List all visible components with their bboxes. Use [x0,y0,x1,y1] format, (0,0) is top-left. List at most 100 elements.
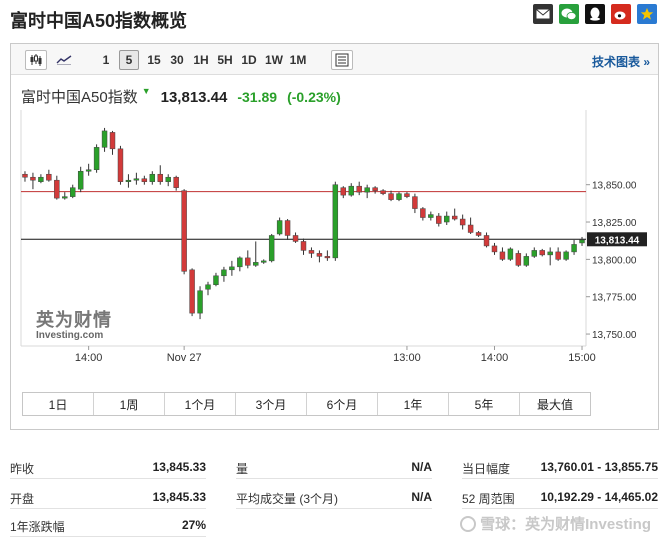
candle-body [539,250,545,256]
candle-body [205,284,211,290]
xueqiu-watermark: 雪球：英为财情Investing [460,513,651,534]
range-1d[interactable]: 1日 [23,393,94,415]
range-5y[interactable]: 5年 [449,393,520,415]
candle-body [380,190,386,194]
stat-value: 13,760.01 - 13,855.75 [540,460,658,474]
wechat-icon[interactable] [559,4,579,24]
candle-body [292,235,299,242]
candle-body [467,224,474,233]
candle-body [93,147,100,170]
candle-body [571,244,577,253]
candle-body [70,187,76,197]
candle-body [364,187,370,193]
candle-body [348,185,354,196]
candle-body [101,130,108,148]
candle-body [491,245,498,253]
candle-body [38,176,44,182]
candle-body [117,148,124,182]
candle-body [85,169,92,172]
stat-prev-close: 昨收 13,845.33 [10,454,206,479]
candle-body [229,266,235,271]
watermark-cn: 英为财情 [36,310,112,330]
candle-body [141,178,148,182]
stat-day-range: 当日幅度 13,760.01 - 13,855.75 [462,454,658,479]
stat-avg-volume: 平均成交量 (3个月) N/A [236,484,432,509]
stat-label: 昨收 [10,462,35,476]
candle-body [260,260,267,263]
candle-body [547,251,553,256]
x-tick-label: 14:00 [481,352,509,364]
watermark-en: Investing.com [36,330,104,341]
candle-body [332,184,339,259]
stat-value: 27% [181,518,206,532]
candle-body [308,250,315,254]
investing-watermark: 英为财情 Investing.com [36,306,112,341]
candle-body [340,187,347,196]
footer-text: 雪球：英为财情Investing [480,516,651,533]
candle-body [428,214,434,218]
candle-body [30,176,36,181]
candle-body [451,215,458,220]
candle-body [404,193,410,197]
candle-body [245,257,251,266]
qzone-icon[interactable] [637,4,657,24]
stat-label: 1年涨跌幅 [10,520,65,534]
share-bar [533,4,657,24]
stat-label: 开盘 [10,492,35,506]
candle-body [515,253,522,266]
range-1m[interactable]: 1个月 [165,393,236,415]
stat-label: 52 周范围 [462,492,515,506]
candle-body [372,187,378,191]
stats-row: 开盘 13,845.33 平均成交量 (3个月) N/A 52 周范围 10,1… [10,484,660,510]
candle-body [46,173,52,181]
stat-label: 平均成交量 (3个月) [236,492,339,506]
stat-1y-change: 1年涨跌幅 27% [10,512,206,537]
stat-open: 开盘 13,845.33 [10,484,206,509]
snowball-icon [460,515,477,532]
x-tick-label: 14:00 [75,352,103,364]
stat-label: 量 [236,462,249,476]
y-tick-label: 13,775.00 [592,293,637,304]
candle-body [213,275,219,286]
stat-value: 13,845.33 [152,460,206,474]
range-max[interactable]: 最大值 [520,393,590,415]
candle-body [181,190,187,272]
candle-body [523,256,530,266]
range-3m[interactable]: 3个月 [236,393,307,415]
candle-body [157,173,163,182]
candle-body [436,215,442,224]
candle-body [396,193,402,200]
candle-body [555,251,561,260]
candle-body [189,269,195,314]
mail-icon[interactable] [533,4,553,24]
y-tick-label: 13,800.00 [592,255,637,266]
stat-value: N/A [411,490,432,504]
candle-body [54,179,60,199]
weibo-icon[interactable] [611,4,631,24]
stat-label: 当日幅度 [462,462,511,476]
stat-volume: 量 N/A [236,454,432,479]
range-1y[interactable]: 1年 [378,393,449,415]
candle-body [483,235,490,247]
range-6m[interactable]: 6个月 [307,393,378,415]
page-title: 富时中国A50指数概览 [10,11,188,31]
candle-body [284,220,291,236]
candle-body [316,253,323,257]
candle-body [109,132,116,150]
candle-body [276,220,283,235]
candle-body [324,256,331,259]
candle-body [125,179,132,182]
candle-body [579,239,585,244]
qq-icon[interactable] [585,4,605,24]
stat-value: 10,192.29 - 14,465.02 [540,490,658,504]
candle-body [563,251,569,260]
range-1w[interactable]: 1周 [94,393,165,415]
candle-body [22,173,28,178]
y-tick-label: 13,850.00 [592,181,637,192]
candle-body [221,269,227,277]
candle-body [356,185,362,193]
stats-row: 昨收 13,845.33 量 N/A 当日幅度 13,760.01 - 13,8… [10,454,660,480]
candle-body [531,250,537,257]
candle-body [197,290,203,314]
x-tick-label: Nov 27 [167,352,202,364]
